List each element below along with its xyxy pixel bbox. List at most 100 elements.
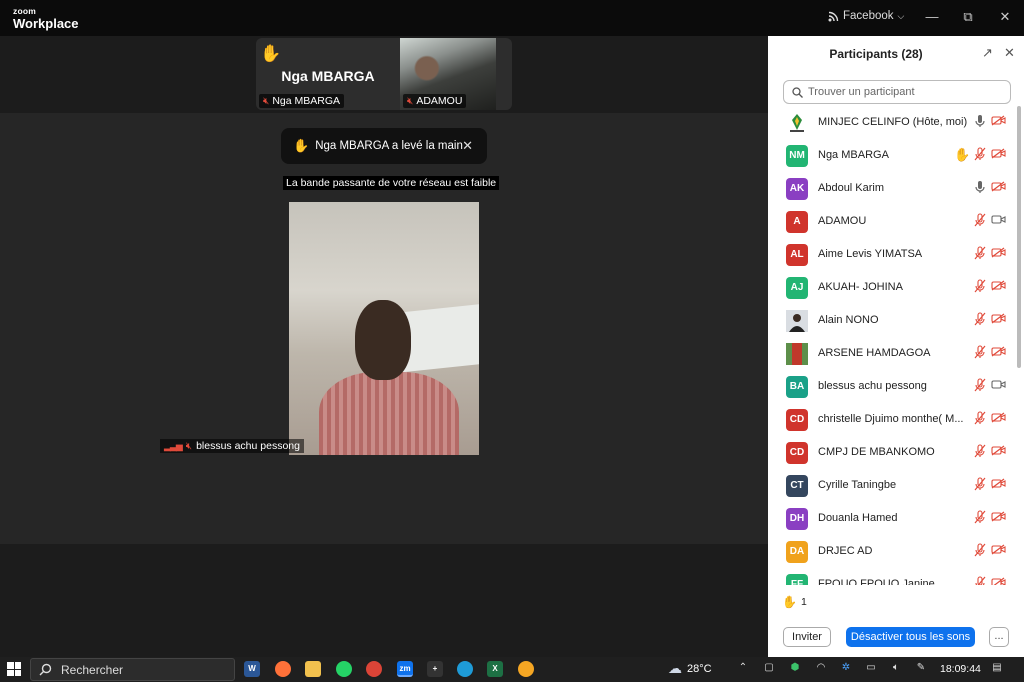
more-options-button[interactable]: ... [989, 627, 1009, 647]
minimize-icon[interactable]: — [922, 8, 942, 26]
video-off-icon[interactable] [990, 279, 1006, 295]
avatar: CD [786, 442, 808, 464]
muted-mic-icon: 🔇︎ [263, 95, 270, 107]
taskbar-search[interactable]: Rechercher [30, 658, 235, 681]
mute-all-button[interactable]: Désactiver tous les sons [846, 627, 975, 647]
participant-name: ARSENE HAMDAGOA [818, 347, 931, 359]
active-speaker-label: ▂▃▅ 🔇︎ blessus achu pessong [160, 439, 304, 453]
rss-icon [828, 11, 839, 21]
participant-row[interactable]: DH Douanla Hamed [768, 503, 1016, 536]
muted-mic-icon[interactable] [972, 312, 988, 328]
close-icon[interactable]: ✕ [462, 138, 473, 154]
wifi-icon[interactable]: ◠ [814, 662, 828, 673]
participant-row[interactable]: MINJEC CELINFO (Hôte, moi) [768, 107, 1016, 140]
firefox-icon[interactable] [275, 661, 291, 677]
video-off-icon[interactable] [990, 312, 1006, 328]
account-name: Facebook [843, 10, 894, 22]
avatar: BA [786, 376, 808, 398]
muted-mic-icon[interactable] [972, 279, 988, 295]
video-off-icon[interactable] [990, 411, 1006, 427]
participant-list-scrollbar[interactable] [1017, 106, 1021, 584]
muted-mic-icon[interactable] [972, 147, 988, 163]
participant-row[interactable]: A ADAMOU [768, 206, 1016, 239]
battery-icon[interactable]: ▭ [864, 662, 878, 673]
participant-row[interactable]: AK Abdoul Karim [768, 173, 1016, 206]
muted-mic-icon[interactable] [972, 345, 988, 361]
mic-icon[interactable] [972, 114, 988, 130]
video-off-icon[interactable] [990, 246, 1006, 262]
video-off-icon[interactable] [990, 576, 1006, 585]
participant-name: Cyrille Taningbe [818, 479, 897, 491]
windows-start-icon[interactable] [7, 662, 21, 676]
device-icon[interactable]: ▢ [762, 662, 776, 673]
muted-mic-icon[interactable] [972, 378, 988, 394]
participant-row[interactable]: FF FPOUO FPOUO Janine [768, 569, 1016, 585]
avatar: DH [786, 508, 808, 530]
avatar [786, 112, 808, 134]
video-off-icon[interactable] [990, 147, 1006, 163]
participant-search[interactable] [783, 80, 1011, 104]
participant-row[interactable]: CD christelle Djuimo monthe( M... [768, 404, 1016, 437]
video-off-icon[interactable] [990, 180, 1006, 196]
close-icon[interactable]: ✕ [995, 8, 1015, 26]
notification-icon[interactable]: ▤ [990, 662, 1004, 673]
participant-row[interactable]: ARSENE HAMDAGOA [768, 338, 1016, 371]
raised-hand-icon: ✋ [782, 595, 797, 609]
participant-row[interactable]: AJ AKUAH- JOHINA [768, 272, 1016, 305]
taskbar-clock[interactable]: 18:09:44 [940, 663, 981, 675]
raised-hand-icon: ✋ [954, 147, 971, 162]
participant-row[interactable]: BA blessus achu pessong [768, 371, 1016, 404]
thumbnail-label-text: ADAMOU [416, 95, 463, 107]
bluetooth-icon[interactable]: ✲ [839, 662, 853, 673]
edge-icon[interactable] [457, 661, 473, 677]
muted-mic-icon[interactable] [972, 477, 988, 493]
video-camera-icon[interactable] [990, 213, 1006, 229]
video-off-icon[interactable] [990, 510, 1006, 526]
participant-name: AKUAH- JOHINA [818, 281, 903, 293]
video-off-icon[interactable] [990, 114, 1006, 130]
participant-row[interactable]: CT Cyrille Taningbe [768, 470, 1016, 503]
muted-mic-icon[interactable] [972, 543, 988, 559]
excel-icon[interactable]: X [487, 661, 503, 677]
muted-mic-icon[interactable] [972, 576, 988, 585]
participant-thumbnail-nga[interactable]: ✋ Nga MBARGA 🔇︎ Nga MBARGA [256, 38, 400, 110]
restore-icon[interactable]: ⧉ [958, 8, 978, 26]
muted-mic-icon[interactable] [972, 510, 988, 526]
pop-out-icon[interactable]: ↗ [982, 45, 993, 61]
participant-row[interactable]: Alain NONO [768, 305, 1016, 338]
video-off-icon[interactable] [990, 543, 1006, 559]
search-input[interactable] [808, 86, 998, 98]
muted-mic-icon[interactable] [972, 246, 988, 262]
account-menu[interactable]: Facebook ⌵ [828, 10, 904, 22]
speaker-icon[interactable]: 🔈︎ [889, 662, 903, 673]
mic-icon[interactable] [972, 180, 988, 196]
weather-widget[interactable]: ☁ 28°C [668, 660, 712, 677]
participant-row[interactable]: AL Aime Levis YIMATSA [768, 239, 1016, 272]
participant-row[interactable]: NM Nga MBARGA ✋ [768, 140, 1016, 173]
chevron-up-icon[interactable]: ⌃ [736, 662, 750, 673]
close-icon[interactable]: ✕ [1004, 45, 1015, 61]
video-off-icon[interactable] [990, 477, 1006, 493]
muted-mic-icon[interactable] [972, 213, 988, 229]
slack-icon[interactable]: + [427, 661, 443, 677]
invite-button[interactable]: Inviter [783, 627, 831, 647]
muted-mic-icon[interactable] [972, 444, 988, 460]
scrollbar-thumb[interactable] [1017, 106, 1021, 368]
muted-mic-icon[interactable] [972, 411, 988, 427]
participant-row[interactable]: DA DRJEC AD [768, 536, 1016, 569]
security-icon[interactable]: ⬢ [788, 662, 802, 673]
active-speaker-video[interactable] [289, 202, 479, 455]
file-explorer-icon[interactable] [305, 661, 321, 677]
participant-name: Nga MBARGA [818, 149, 889, 161]
video-off-icon[interactable] [990, 444, 1006, 460]
whatsapp-icon[interactable] [336, 661, 352, 677]
vlc-icon[interactable] [518, 661, 534, 677]
participant-thumbnail-adamou[interactable]: 🔇︎ ADAMOU [400, 38, 512, 110]
chrome-icon[interactable] [366, 661, 382, 677]
video-camera-icon[interactable] [990, 378, 1006, 394]
participant-row[interactable]: CD CMPJ DE MBANKOMO [768, 437, 1016, 470]
zoom-icon[interactable]: zm [397, 661, 413, 677]
video-off-icon[interactable] [990, 345, 1006, 361]
word-icon[interactable]: W [244, 661, 260, 677]
pen-icon[interactable]: ✎ [914, 662, 928, 673]
